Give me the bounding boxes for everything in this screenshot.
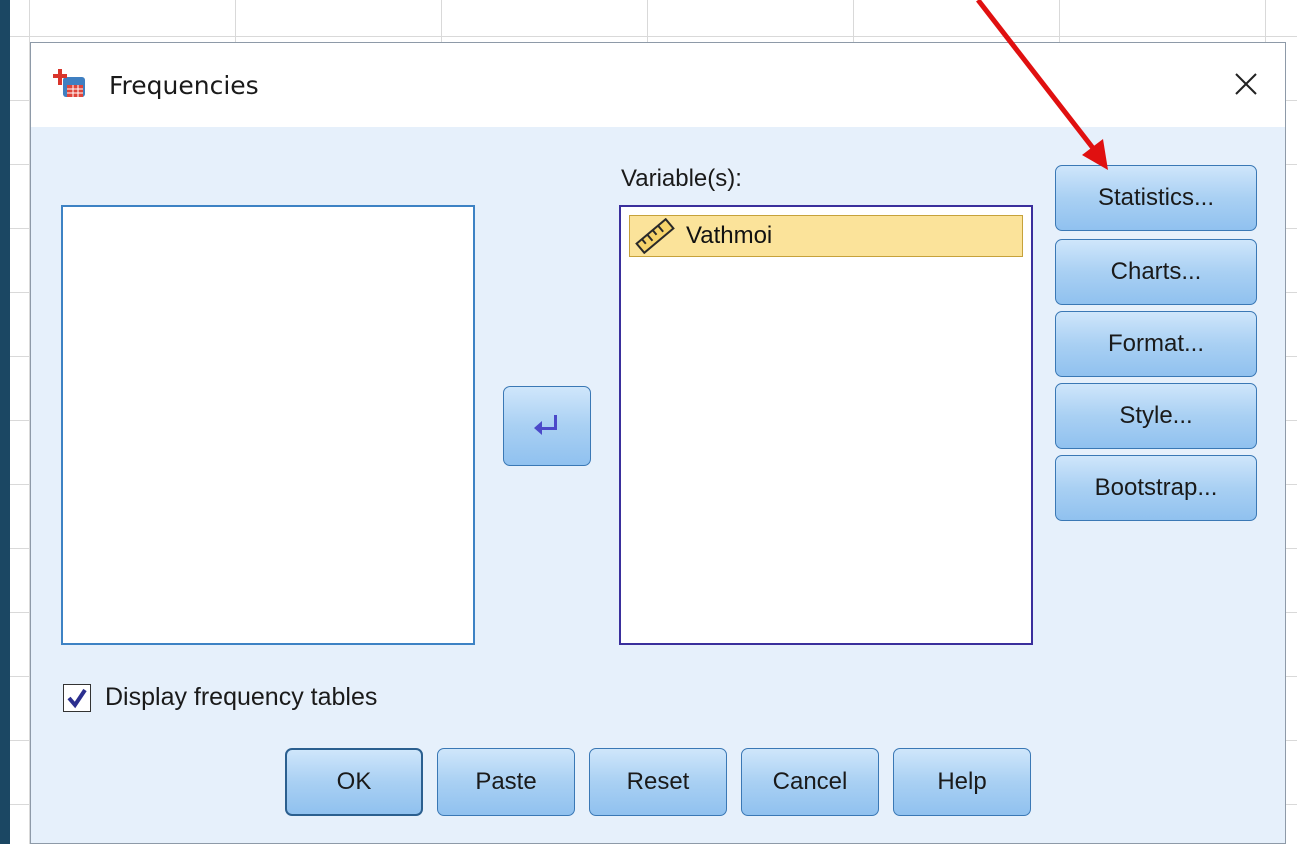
arrow-left-icon: [534, 415, 557, 435]
display-frequency-tables-label: Display frequency tables: [105, 683, 378, 711]
display-frequency-tables-checkbox[interactable]: [63, 683, 91, 712]
variable-name: Vathmoi: [686, 222, 773, 249]
style-button[interactable]: Style...: [1055, 383, 1257, 449]
charts-button[interactable]: Charts...: [1055, 239, 1257, 305]
frequencies-app-icon: [53, 69, 85, 97]
dialog-title: Frequencies: [109, 71, 259, 100]
cancel-button[interactable]: Cancel: [741, 748, 879, 816]
ruler-scale-icon: [635, 218, 675, 254]
ok-button[interactable]: OK: [285, 748, 423, 816]
reset-button[interactable]: Reset: [589, 748, 727, 816]
close-icon[interactable]: [1231, 69, 1261, 99]
help-button[interactable]: Help: [893, 748, 1031, 816]
source-variable-list[interactable]: [61, 205, 475, 645]
target-variable-list[interactable]: Vathmoi: [619, 205, 1033, 645]
title-bar: Frequencies: [31, 43, 1285, 127]
format-button[interactable]: Format...: [1055, 311, 1257, 377]
list-item[interactable]: Vathmoi: [629, 215, 1023, 257]
statistics-button[interactable]: Statistics...: [1055, 165, 1257, 231]
frequencies-dialog: Frequencies Variable(s): Vathmoi Statist…: [30, 42, 1286, 844]
display-frequency-tables-option: Display frequency tables: [63, 683, 377, 712]
bootstrap-button[interactable]: Bootstrap...: [1055, 455, 1257, 521]
paste-button[interactable]: Paste: [437, 748, 575, 816]
move-variable-button[interactable]: [503, 386, 591, 466]
variables-label: Variable(s):: [621, 165, 742, 192]
checkmark-icon: [67, 688, 87, 708]
